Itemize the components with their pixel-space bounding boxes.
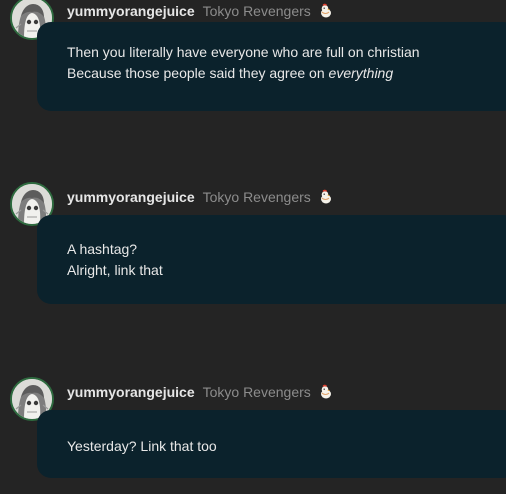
message-line: Because those people said they agree on … [67, 65, 394, 81]
username[interactable]: yummyorangejuice [67, 3, 195, 19]
message-header: yummyorangejuice Tokyo Revengers [67, 383, 334, 401]
message-header: yummyorangejuice Tokyo Revengers [67, 2, 334, 20]
username[interactable]: yummyorangejuice [67, 384, 195, 400]
chat-feed[interactable]: yummyorangejuice Tokyo Revengers Then yo… [0, 0, 506, 494]
username[interactable]: yummyorangejuice [67, 189, 195, 205]
emphasized-text: everything [328, 65, 394, 81]
message-line: Yesterday? Link that too [67, 438, 217, 454]
message-bubble: Yesterday? Link that too [37, 410, 506, 478]
chick-icon [318, 384, 334, 400]
chick-icon [318, 189, 334, 205]
message-bubble: A hashtag? Alright, link that [37, 215, 506, 304]
message-line: A hashtag? [67, 241, 138, 257]
group-name[interactable]: Tokyo Revengers [203, 3, 311, 19]
message-line: Then you literally have everyone who are… [67, 44, 420, 60]
chick-icon [318, 3, 334, 19]
message-header: yummyorangejuice Tokyo Revengers [67, 188, 334, 206]
group-name[interactable]: Tokyo Revengers [203, 384, 311, 400]
message-bubble: Then you literally have everyone who are… [37, 22, 506, 111]
message-line: Alright, link that [67, 262, 163, 278]
group-name[interactable]: Tokyo Revengers [203, 189, 311, 205]
